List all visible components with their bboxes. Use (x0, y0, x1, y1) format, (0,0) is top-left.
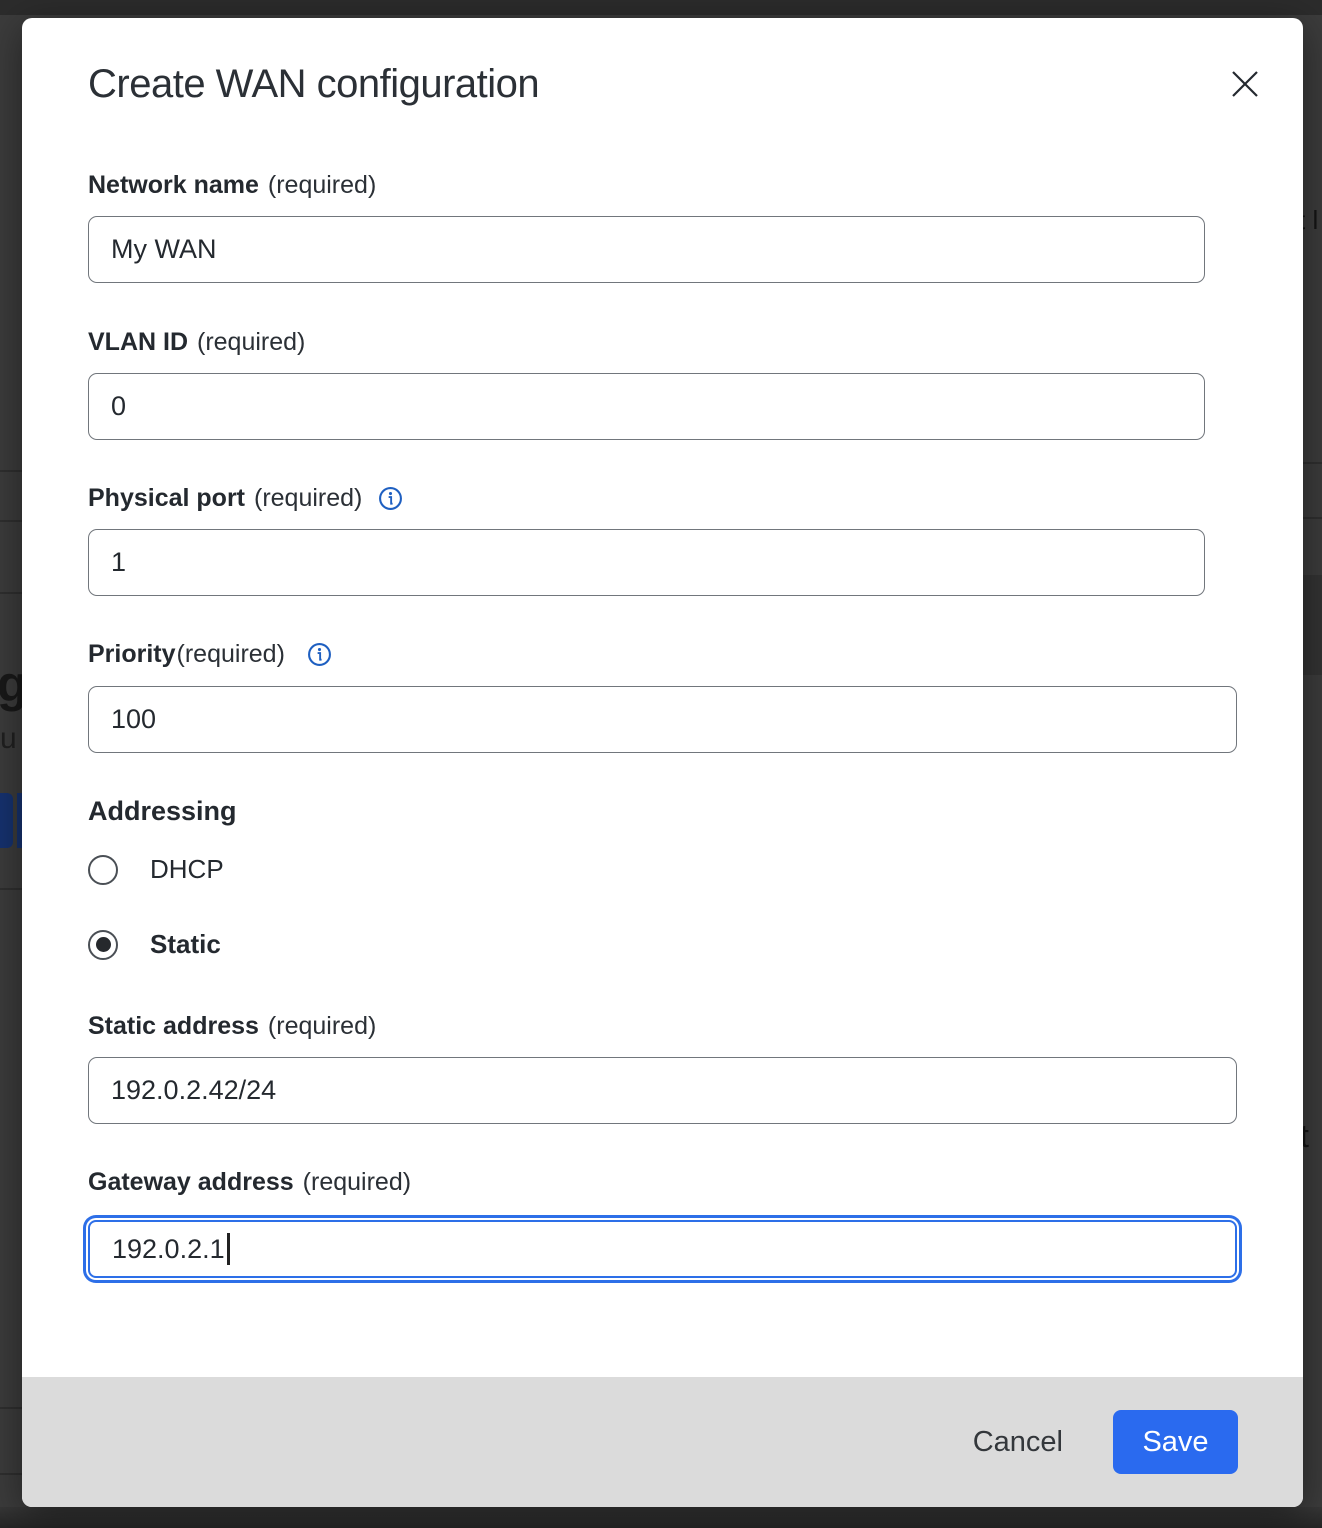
info-icon (307, 642, 332, 667)
backdrop-divider (0, 1407, 22, 1409)
network-name-input[interactable]: My WAN (88, 216, 1205, 283)
save-button[interactable]: Save (1113, 1410, 1238, 1474)
network-name-label: Network name (required) (88, 170, 1237, 200)
label-text: Priority (88, 639, 176, 669)
radio-selected-icon[interactable] (88, 930, 118, 960)
label-text: VLAN ID (88, 327, 188, 357)
close-icon (1231, 70, 1259, 98)
required-tag: (required) (268, 1011, 376, 1041)
input-value: My WAN (111, 234, 216, 265)
input-value: 0 (111, 391, 126, 422)
radio-unselected-icon[interactable] (88, 855, 118, 885)
input-value: 192.0.2.1 (112, 1234, 225, 1265)
backdrop-divider (0, 888, 22, 890)
static-address-input[interactable]: 192.0.2.42/24 (88, 1057, 1237, 1124)
gateway-address-input[interactable]: 192.0.2.1 (88, 1220, 1237, 1278)
label-text: Gateway address (88, 1167, 294, 1197)
text-cursor (227, 1233, 230, 1265)
required-tag: (required) (254, 483, 362, 513)
backdrop-divider (1303, 517, 1322, 519)
static-address-label: Static address (required) (88, 1011, 1237, 1041)
dialog-footer: Cancel Save (22, 1377, 1303, 1507)
backdrop-top-band (0, 0, 1322, 15)
cancel-button[interactable]: Cancel (973, 1426, 1063, 1459)
info-icon (378, 486, 403, 511)
priority-label: Priority (required) (88, 639, 1237, 669)
backdrop-block-fragment (1303, 575, 1322, 675)
required-tag: (required) (268, 170, 376, 200)
backdrop-divider (0, 1473, 22, 1475)
dialog-title: Create WAN configuration (88, 60, 1237, 108)
radio-option-dhcp[interactable]: DHCP (88, 854, 1237, 885)
label-text: Physical port (88, 483, 245, 513)
radio-label: Static (150, 929, 221, 960)
label-text: Network name (88, 170, 259, 200)
backdrop-button-fragment (0, 793, 13, 848)
physical-port-label: Physical port (required) (88, 483, 1237, 513)
vlan-id-input[interactable]: 0 (88, 373, 1205, 440)
physical-port-input[interactable]: 1 (88, 529, 1205, 596)
create-wan-dialog: Create WAN configuration Network name (r… (22, 18, 1303, 1507)
backdrop-bottom-band (0, 1507, 1322, 1528)
physical-port-info-button[interactable] (378, 486, 403, 511)
backdrop-divider (0, 592, 22, 594)
addressing-heading: Addressing (88, 796, 1237, 826)
radio-label: DHCP (150, 854, 224, 885)
backdrop-divider (0, 520, 22, 522)
required-tag: (required) (197, 327, 305, 357)
close-button[interactable] (1225, 64, 1265, 104)
priority-input[interactable]: 100 (88, 686, 1237, 753)
input-value: 192.0.2.42/24 (111, 1075, 276, 1106)
gateway-address-label: Gateway address (required) (88, 1167, 1237, 1197)
input-value: 1 (111, 547, 126, 578)
label-text: Static address (88, 1011, 259, 1041)
required-tag: (required) (177, 639, 285, 669)
backdrop-text-fragment: u (0, 722, 17, 756)
backdrop-divider (1303, 462, 1322, 464)
vlan-id-label: VLAN ID (required) (88, 327, 1237, 357)
backdrop-divider (0, 470, 22, 472)
radio-option-static[interactable]: Static (88, 929, 1237, 960)
input-value: 100 (111, 704, 156, 735)
required-tag: (required) (303, 1167, 411, 1197)
priority-info-button[interactable] (307, 642, 332, 667)
